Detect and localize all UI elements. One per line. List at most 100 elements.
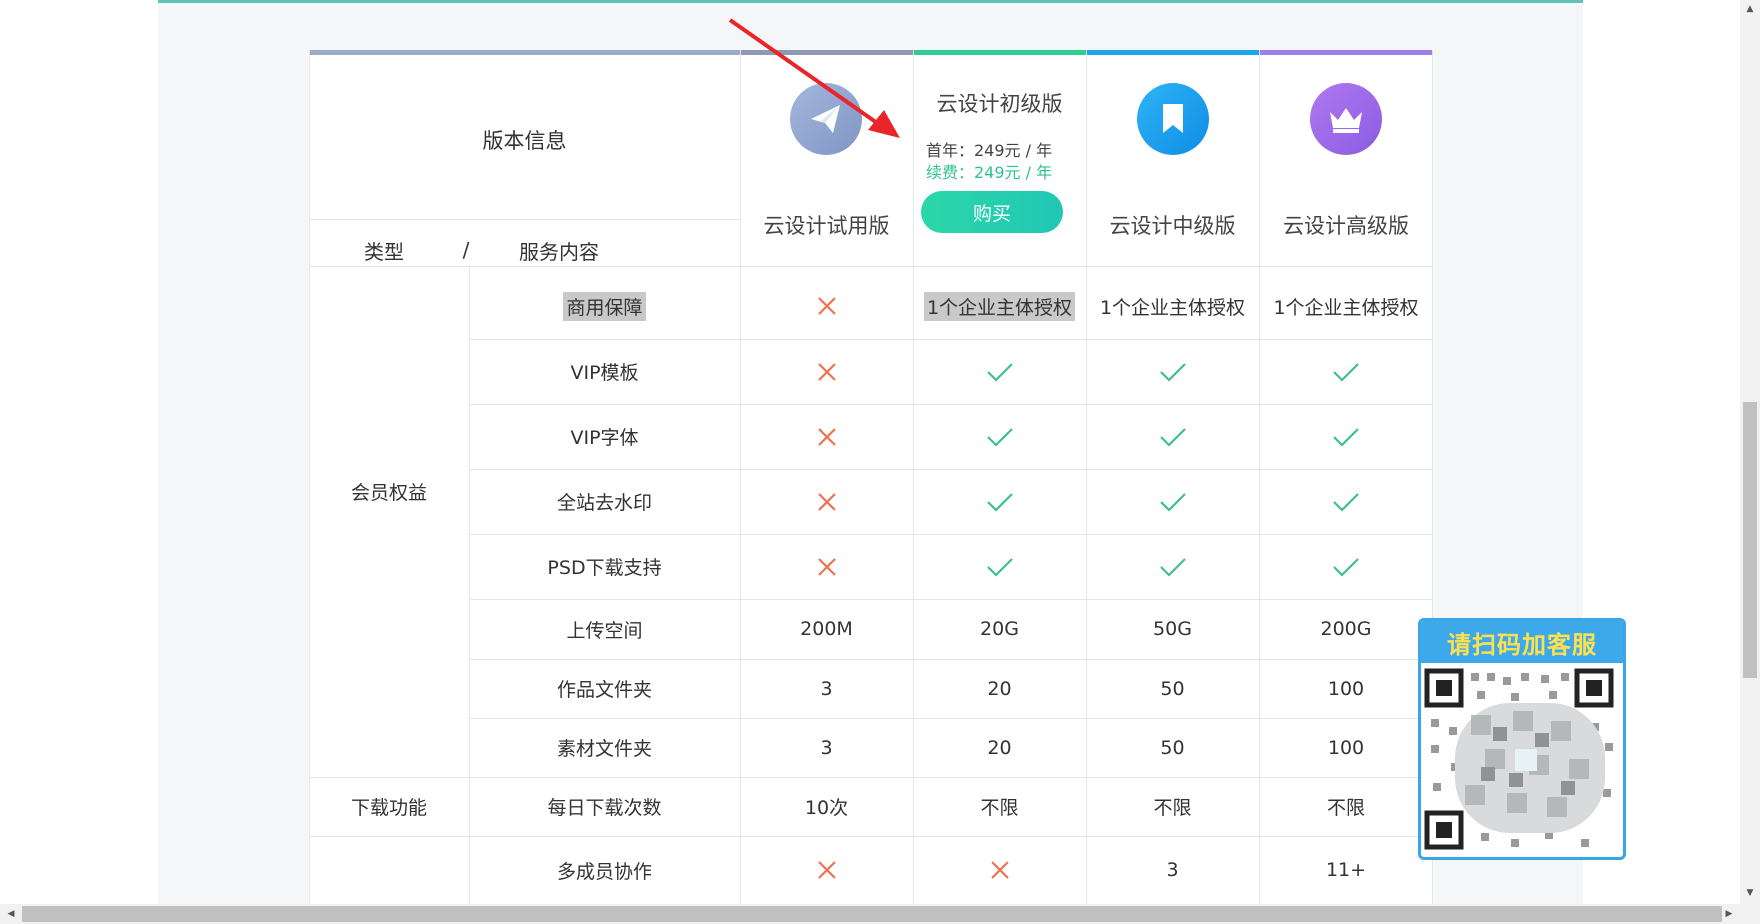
check-icon <box>1086 534 1259 599</box>
grid-line <box>309 777 469 778</box>
group-download: 下载功能 <box>350 796 427 819</box>
plan-name-basic: 云设计初级版 <box>936 92 1063 116</box>
cell-value: 不限 <box>980 797 1019 819</box>
grid-line <box>309 50 310 904</box>
crown-icon <box>1310 83 1382 155</box>
table-cell: 50 <box>1086 718 1259 777</box>
grid-line <box>309 836 469 837</box>
vertical-scroll-thumb[interactable] <box>1743 402 1757 678</box>
table-cell: 3 <box>1086 836 1259 904</box>
plan-name-pro: 云设计高级版 <box>1283 214 1409 238</box>
check-icon <box>1259 469 1433 534</box>
grid-line <box>913 50 914 904</box>
slash-separator: / <box>462 238 470 262</box>
plan-name-mid: 云设计中级版 <box>1109 214 1236 238</box>
table-cell: 100 <box>1259 718 1433 777</box>
cross-icon <box>740 339 913 404</box>
cell-value: 10次 <box>804 797 849 819</box>
renew-price: 续费：249元 / 年 <box>926 163 1053 182</box>
row-label: 素材文件夹 <box>469 718 740 777</box>
header-color-bar <box>309 50 740 55</box>
table-cell: 50 <box>1086 659 1259 718</box>
check-icon <box>913 469 1086 534</box>
grid-line <box>469 404 1433 405</box>
check-icon <box>913 339 1086 404</box>
row-label-text: 多成员协作 <box>556 860 652 883</box>
row-label: VIP字体 <box>469 404 740 469</box>
row-label-text: 每日下载次数 <box>547 797 662 819</box>
cell-value: 3 <box>820 677 833 700</box>
table-cell: 20 <box>913 659 1086 718</box>
table-cell: 1个企业主体授权 <box>1086 273 1259 339</box>
scroll-right-arrow-icon[interactable]: ▶ <box>1722 907 1736 921</box>
cell-value: 1个企业主体授权 <box>1099 296 1246 319</box>
row-label-text: 商用保障 <box>563 291 646 321</box>
cell-value: 3 <box>820 736 833 759</box>
mid-color-bar <box>1086 50 1259 55</box>
table-cell: 50G <box>1086 599 1259 659</box>
row-label-text: VIP模板 <box>570 362 639 384</box>
cross-icon <box>740 404 913 469</box>
group-membership: 会员权益 <box>350 481 427 504</box>
check-icon <box>1086 339 1259 404</box>
cell-value: 200M <box>800 618 853 640</box>
buy-button[interactable]: 购买 <box>921 191 1063 233</box>
cell-value: 200G <box>1320 618 1372 640</box>
check-icon <box>913 404 1086 469</box>
table-cell: 不限 <box>913 777 1086 836</box>
check-icon <box>1259 404 1433 469</box>
trial-color-bar <box>740 50 913 55</box>
check-icon <box>913 534 1086 599</box>
row-label: 每日下载次数 <box>469 777 740 836</box>
qr-title: 请扫码加客服 <box>1421 621 1623 663</box>
scroll-down-arrow-icon[interactable]: ▼ <box>1743 886 1757 900</box>
table-cell: 3 <box>740 718 913 777</box>
cross-icon <box>740 469 913 534</box>
grid-line <box>1086 50 1087 904</box>
row-label: 全站去水印 <box>469 469 740 534</box>
cross-icon <box>913 836 1086 904</box>
check-icon <box>1086 469 1259 534</box>
pricing-table: 版本信息 类型 / 服务内容 云设计试用版 云设计初级版 首年：249元 / 年… <box>309 50 1433 904</box>
cross-icon <box>740 273 913 339</box>
paper-plane-icon <box>790 83 862 155</box>
grid-line <box>1259 50 1260 904</box>
top-accent-line <box>158 0 1583 3</box>
cell-value: 不限 <box>1153 797 1192 819</box>
plan-name-trial: 云设计试用版 <box>763 214 890 238</box>
grid-line <box>740 50 741 904</box>
basic-color-bar <box>913 50 1086 55</box>
table-cell: 不限 <box>1086 777 1259 836</box>
row-label: 作品文件夹 <box>469 659 740 718</box>
row-label: 上传空间 <box>469 599 740 659</box>
grid-line <box>469 599 1433 600</box>
row-label-text: 全站去水印 <box>556 492 652 514</box>
cell-value: 20 <box>987 736 1012 759</box>
grid-line <box>469 266 470 904</box>
check-icon <box>1259 339 1433 404</box>
bookmark-icon <box>1137 83 1209 155</box>
scroll-left-arrow-icon[interactable]: ◀ <box>4 907 18 921</box>
cell-value: 不限 <box>1326 797 1365 819</box>
row-label-text: VIP字体 <box>570 427 639 449</box>
check-icon <box>1086 404 1259 469</box>
qr-code-image <box>1424 668 1614 850</box>
cell-value: 50 <box>1160 736 1185 759</box>
cell-value: 11+ <box>1325 859 1367 881</box>
row-label-text: 作品文件夹 <box>556 679 652 701</box>
cell-value: 1个企业主体授权 <box>923 291 1076 321</box>
grid-line <box>469 469 1433 470</box>
row-label: VIP模板 <box>469 339 740 404</box>
version-info-label: 版本信息 <box>482 129 567 153</box>
scroll-up-arrow-icon[interactable]: ▲ <box>1743 2 1757 16</box>
horizontal-scroll-thumb[interactable] <box>22 906 1722 922</box>
cell-value: 50G <box>1153 618 1192 640</box>
table-cell: 20G <box>913 599 1086 659</box>
grid-line <box>469 718 1433 719</box>
cross-icon <box>740 534 913 599</box>
grid-line <box>469 777 1433 778</box>
table-cell: 1个企业主体授权 <box>1259 273 1433 339</box>
row-label: PSD下载支持 <box>469 534 740 599</box>
row-label-text: PSD下载支持 <box>547 557 662 579</box>
customer-service-qr[interactable]: 请扫码加客服 <box>1418 618 1626 860</box>
